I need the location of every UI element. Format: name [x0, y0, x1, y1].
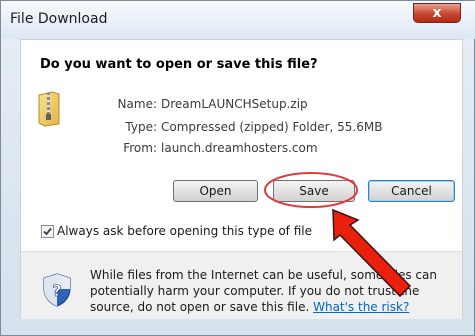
window-title: File Download: [10, 11, 108, 27]
cancel-button[interactable]: Cancel: [368, 180, 455, 202]
file-source-value: launch.dreamhosters.com: [161, 141, 318, 155]
file-download-dialog: File Download x Do you want to open or s…: [0, 0, 475, 336]
file-type-value: Compressed (zipped) Folder, 55.6MB: [161, 120, 383, 134]
from-label: From:: [123, 141, 157, 155]
security-warning-text: While files from the Internet can be use…: [90, 267, 456, 315]
dialog-heading: Do you want to open or save this file?: [40, 57, 318, 72]
always-ask-label: Always ask before opening this type of f…: [57, 224, 312, 238]
save-button[interactable]: Save: [273, 180, 355, 202]
title-bar[interactable]: File Download x: [1, 1, 475, 39]
download-info-panel: Do you want to open or save this file? N…: [21, 40, 462, 280]
close-icon: x: [432, 5, 442, 21]
file-name-value: DreamLAUNCHSetup.zip: [161, 97, 308, 111]
name-label: Name:: [117, 97, 157, 111]
always-ask-checkbox[interactable]: [41, 225, 54, 238]
dialog-body: Do you want to open or save this file? N…: [20, 39, 463, 319]
close-button[interactable]: x: [413, 3, 461, 23]
security-warning-panel: ? While files from the Internet can be u…: [21, 251, 462, 319]
type-label: Type:: [125, 120, 157, 134]
svg-text:?: ?: [52, 281, 61, 300]
open-button[interactable]: Open: [173, 180, 258, 202]
checkmark-icon: [43, 227, 52, 236]
whats-the-risk-link[interactable]: What's the risk?: [313, 300, 409, 314]
security-shield-icon: ?: [43, 273, 71, 307]
